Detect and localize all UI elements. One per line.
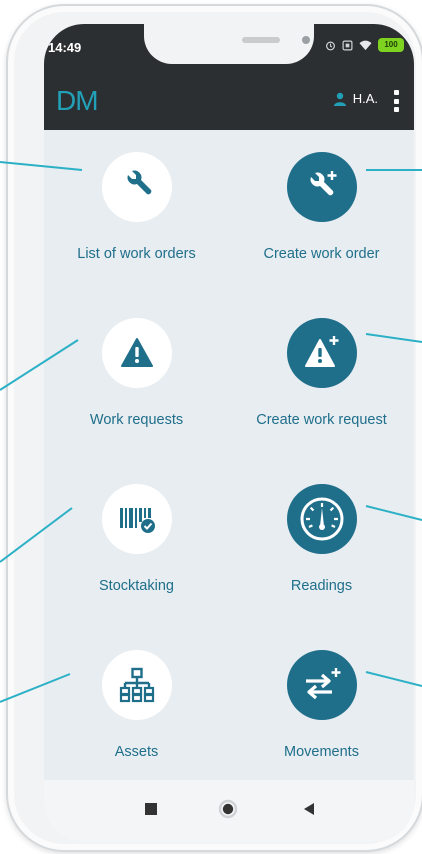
tile-label: Stocktaking (99, 578, 174, 594)
battery-icon: 100 (378, 38, 404, 52)
gauge-icon (300, 497, 343, 541)
tile-stocktaking[interactable]: Stocktaking (44, 484, 229, 644)
tile-label: List of work orders (77, 246, 196, 262)
user-initials: H.A. (352, 91, 378, 106)
hierarchy-icon (119, 667, 154, 703)
tile-label: Work requests (89, 412, 184, 428)
tile-work-requests[interactable]: Work requests (44, 318, 229, 478)
system-nav-bar (44, 780, 414, 842)
phone-frame: 14:49 100 DM H.A. List of work orders Cr… (6, 4, 422, 852)
app-logo[interactable]: DM (56, 85, 99, 117)
tile-icon-circle (101, 152, 172, 222)
front-camera (302, 36, 310, 44)
tile-label: Readings (290, 578, 353, 594)
status-time: 14:49 (48, 40, 82, 55)
tile-label: Assets (114, 744, 159, 760)
tile-icon-circle (286, 650, 357, 720)
alarm-icon (326, 41, 335, 50)
wifi-icon (359, 40, 372, 50)
phone-notch (144, 24, 314, 64)
wrench-plus-icon (310, 171, 336, 196)
user-icon (333, 92, 346, 106)
status-icons: 100 (325, 38, 404, 52)
status-bar: 14:49 100 (44, 24, 414, 72)
tile-create-work-order[interactable]: Create work order (229, 152, 414, 312)
tile-list-of-work-orders[interactable]: List of work orders (44, 152, 229, 312)
transfer-plus-icon (305, 668, 340, 700)
wrench-icon (127, 170, 151, 195)
tile-icon-circle (101, 484, 172, 554)
tile-create-work-request[interactable]: Create work request (229, 318, 414, 478)
tile-icon-circle (286, 318, 357, 388)
home-icon[interactable] (218, 799, 238, 819)
tile-icon-circle (101, 650, 172, 720)
tile-icon-circle (101, 318, 172, 388)
speaker-grille (242, 37, 280, 43)
tile-readings[interactable]: Readings (229, 484, 414, 644)
barcode-check-icon (119, 508, 155, 533)
back-icon[interactable] (302, 802, 316, 816)
warning-icon (120, 338, 153, 367)
tile-label: Movements (284, 744, 359, 760)
more-vert-icon[interactable] (392, 90, 400, 112)
tile-icon-circle (286, 152, 357, 222)
recents-icon[interactable] (144, 802, 158, 816)
app-screen: 14:49 100 DM H.A. List of work orders Cr… (44, 24, 414, 842)
tile-icon-circle (286, 484, 357, 554)
app-bar: DM H.A. (44, 72, 414, 130)
warning-plus-icon (304, 336, 338, 367)
nfc-icon (342, 40, 353, 50)
user-menu[interactable]: H.A. (333, 91, 378, 106)
tile-label: Create work order (263, 246, 380, 262)
tile-label: Create work request (256, 412, 387, 428)
